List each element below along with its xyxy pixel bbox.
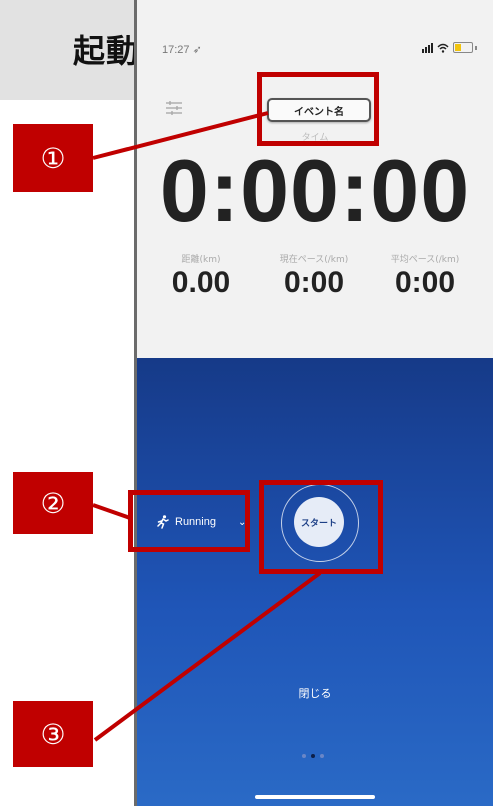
callout-1: ① xyxy=(13,124,93,192)
page-title: 起動 xyxy=(73,32,140,70)
home-indicator xyxy=(255,795,375,799)
average-pace-value: 0:00 xyxy=(394,266,456,299)
callout-2: ② xyxy=(13,472,93,534)
wifi-icon xyxy=(437,43,449,53)
settings-sliders-icon[interactable] xyxy=(165,100,183,116)
start-panel: Running ⌄ スタート 閉じる xyxy=(137,358,493,806)
elapsed-time: 0:00:00 xyxy=(159,141,471,240)
current-pace-value: 0:00 xyxy=(283,266,345,299)
status-time: 17:27 ➶ xyxy=(162,44,202,56)
page-dot-active xyxy=(311,754,315,758)
highlight-activity xyxy=(128,490,250,552)
signal-icon xyxy=(422,42,433,53)
page-dot xyxy=(320,754,324,758)
callout-3: ③ xyxy=(13,701,93,767)
highlight-start xyxy=(259,480,383,574)
page-indicator xyxy=(302,754,324,758)
average-pace-label: 平均ペース(/km) xyxy=(390,255,460,265)
distance-label: 距離(km) xyxy=(181,255,221,265)
close-button[interactable]: 閉じる xyxy=(137,685,493,701)
distance-value: 0.00 xyxy=(171,266,231,299)
page-dot xyxy=(302,754,306,758)
battery-icon xyxy=(453,42,473,53)
current-pace-label: 現在ペース(/km) xyxy=(279,255,349,265)
highlight-event-name xyxy=(257,72,379,146)
status-icons xyxy=(422,42,477,53)
